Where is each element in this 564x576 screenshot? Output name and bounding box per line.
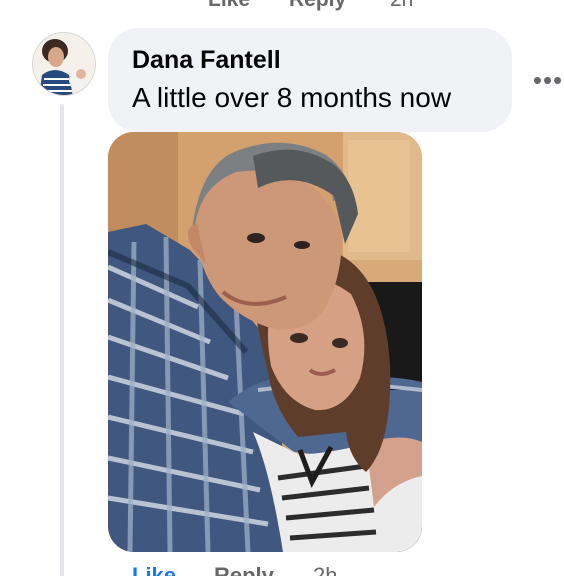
author-avatar[interactable] bbox=[32, 32, 96, 96]
comment-text: A little over 8 months now bbox=[132, 82, 452, 113]
more-horizontal-icon: ••• bbox=[532, 65, 564, 95]
more-options-button[interactable]: ••• bbox=[532, 65, 564, 95]
comment-bubble[interactable]: Dana Fantell A little over 8 months now bbox=[108, 28, 512, 132]
comment-photo[interactable] bbox=[108, 132, 422, 552]
previous-reply-button[interactable]: Reply bbox=[289, 0, 346, 12]
avatar-photo bbox=[33, 33, 95, 95]
previous-comment-actions: Like Reply 2h bbox=[0, 0, 564, 18]
reply-thread-line bbox=[60, 104, 64, 576]
comment-timestamp[interactable]: 2h bbox=[313, 563, 337, 576]
couple-photo-image bbox=[108, 132, 422, 552]
like-button[interactable]: Like bbox=[132, 563, 176, 576]
reply-button[interactable]: Reply bbox=[214, 563, 274, 576]
comment-actions: Like Reply 2h bbox=[0, 563, 564, 576]
comment-author-name[interactable]: Dana Fantell bbox=[132, 46, 281, 75]
previous-like-button[interactable]: Like bbox=[208, 0, 250, 12]
previous-timestamp[interactable]: 2h bbox=[390, 0, 413, 12]
